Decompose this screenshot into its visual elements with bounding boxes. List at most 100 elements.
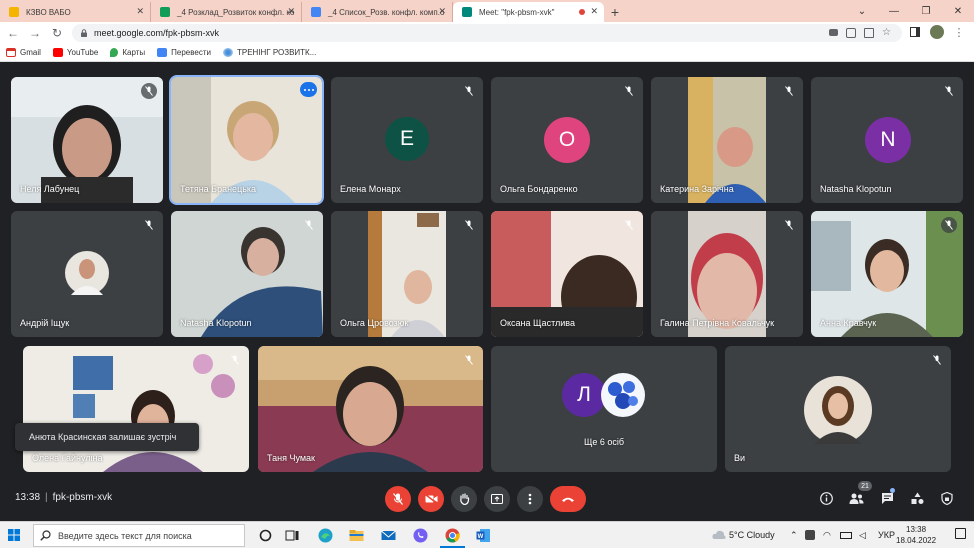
leave-call-button[interactable] [550, 486, 586, 512]
mic-muted-icon [141, 83, 157, 99]
shapes-icon [911, 492, 923, 504]
close-tab-icon[interactable]: ✕ [438, 6, 446, 17]
task-view-icon[interactable] [285, 528, 300, 543]
tray-chevron-icon[interactable]: ⌃ [790, 530, 798, 541]
bookmark-training[interactable]: ТРЕНІНГ РОЗВИТК... [222, 48, 316, 57]
leave-notification: Анюта Красинская залишає зустріч [15, 423, 199, 451]
raise-hand-button[interactable] [451, 486, 477, 512]
camera-off-icon [424, 494, 437, 504]
new-tab-button[interactable]: + [604, 2, 626, 22]
chat-notification-dot [890, 488, 895, 493]
participant-tile[interactable]: Андрій Іщук [11, 211, 163, 337]
word-icon[interactable]: W [476, 528, 491, 543]
participant-tile[interactable]: Катерина Зарічна [651, 77, 803, 203]
url-input[interactable]: meet.google.com/fpk-pbsm-xvk ☆ [72, 24, 902, 42]
host-controls-button[interactable] [939, 490, 955, 506]
google-docs-icon [311, 7, 321, 17]
volume-icon[interactable]: ◁ [859, 530, 866, 541]
mic-toggle-button[interactable] [385, 486, 411, 512]
weather-text[interactable]: 5°C Cloudy [729, 530, 775, 540]
participant-tile[interactable]: N Natasha Klopotun [811, 77, 963, 203]
self-tile[interactable]: Ви [725, 346, 951, 472]
mail-icon[interactable] [381, 528, 396, 543]
windows-start-icon[interactable] [8, 529, 20, 541]
browser-tab[interactable]: _4 Розклад_Розвиток конфл. ко ✕ [151, 2, 302, 22]
hand-icon [459, 493, 469, 505]
browser-tab[interactable]: КЗВО ВАБО ✕ [0, 2, 151, 22]
profile-avatar[interactable] [930, 25, 944, 39]
clock-time: 13:38 [906, 525, 927, 534]
svg-text:W: W [478, 534, 484, 540]
more-options-button[interactable] [517, 486, 543, 512]
battery-icon[interactable] [840, 532, 852, 539]
camera-toggle-button[interactable] [418, 486, 444, 512]
translate-page-icon[interactable] [846, 28, 856, 38]
close-tab-icon[interactable]: ✕ [287, 6, 295, 17]
participant-name: Таня Чумак [267, 453, 315, 463]
participant-tile[interactable]: Галина Петрівна Ковальчук [651, 211, 803, 337]
chrome-icon[interactable] [445, 528, 460, 543]
close-tab-icon[interactable]: ✕ [590, 6, 598, 17]
file-explorer-icon[interactable] [349, 528, 364, 543]
activities-button[interactable] [909, 490, 925, 506]
side-panel-icon[interactable] [908, 25, 922, 39]
tab-search-icon[interactable]: ⌄ [846, 0, 878, 22]
more-vertical-icon [528, 493, 532, 505]
reload-icon[interactable]: ↻ [48, 24, 66, 42]
cortana-icon[interactable] [258, 528, 273, 543]
mic-muted-icon [227, 352, 243, 368]
tray-app-icon[interactable] [805, 530, 815, 540]
participant-tile[interactable]: Natasha Klopotun [171, 211, 323, 337]
tab-title: _4 Розклад_Розвиток конфл. ко [177, 7, 295, 17]
bookmark-translate[interactable]: Перевести [157, 48, 211, 57]
participant-name: Тетяна Бранецька [180, 184, 257, 194]
wifi-icon[interactable]: ◠ [823, 530, 831, 541]
meeting-code: fpk-pbsm-xvk [52, 492, 113, 503]
minimize-icon[interactable]: — [878, 0, 910, 22]
participants-button[interactable] [848, 490, 864, 506]
participant-tile[interactable]: Неля Лабунец [11, 77, 163, 203]
back-icon[interactable]: ← [4, 24, 22, 42]
participant-tile[interactable]: Таня Чумак [258, 346, 483, 472]
info-icon [819, 491, 833, 505]
bookmark-maps[interactable]: Карты [110, 48, 145, 57]
self-label: Ви [734, 453, 746, 463]
close-tab-icon[interactable]: ✕ [136, 6, 144, 17]
others-tile[interactable]: Л Ще 6 осіб [491, 346, 717, 472]
mic-muted-icon [621, 217, 637, 233]
lock-icon[interactable] [80, 29, 88, 37]
forward-icon[interactable]: → [26, 24, 44, 42]
browser-tab[interactable]: _4 Список_Розв. конфл. комп.о ✕ [302, 2, 453, 22]
input-language[interactable]: УКР [878, 530, 895, 540]
close-window-icon[interactable]: ✕ [942, 0, 974, 22]
participant-tile[interactable]: Ольга Цровозюк [331, 211, 483, 337]
share-icon[interactable] [864, 28, 874, 38]
present-screen-button[interactable] [484, 486, 510, 512]
bookmarks-bar: Gmail YouTube Карты Перевести ТРЕНІНГ РО… [0, 44, 974, 62]
restore-icon[interactable]: ❐ [910, 0, 942, 22]
participant-name: Natasha Klopotun [820, 184, 892, 194]
meeting-info: 13:38 | fpk-pbsm-xvk [15, 492, 112, 503]
menu-kebab-icon[interactable]: ⋮ [952, 25, 966, 39]
taskbar-search-box[interactable]: Введите здесь текст для поиска [33, 524, 245, 547]
browser-tab-active[interactable]: Meet: "fpk-pbsm-xvk" ✕ [453, 2, 604, 22]
viber-icon[interactable] [413, 528, 428, 543]
participant-name: Андрій Іщук [20, 318, 70, 328]
camera-in-use-icon[interactable] [829, 29, 838, 36]
participant-tile[interactable]: O Ольга Бондаренко [491, 77, 643, 203]
taskbar-clock[interactable]: 13:38 18.04.2022 [896, 524, 936, 546]
edge-icon[interactable] [318, 528, 333, 543]
tab-title: _4 Список_Розв. конфл. комп.о [328, 7, 445, 17]
bookmark-star-icon[interactable]: ☆ [882, 28, 892, 38]
bookmark-youtube[interactable]: YouTube [52, 48, 98, 57]
more-options-icon[interactable] [300, 82, 317, 97]
participant-tile[interactable]: Оксана Щастлива [491, 211, 643, 337]
bookmark-gmail[interactable]: Gmail [6, 48, 41, 57]
participant-tile[interactable]: Анна Кравчук [811, 211, 963, 337]
participant-tile-speaking[interactable]: Тетяна Бранецька [169, 75, 324, 205]
participant-tile[interactable]: Олена Гайнуліна [23, 346, 249, 472]
meeting-details-button[interactable] [818, 490, 834, 506]
notifications-icon[interactable] [955, 528, 966, 539]
participant-tile[interactable]: E Елена Монарх [331, 77, 483, 203]
mic-muted-icon [941, 217, 957, 233]
